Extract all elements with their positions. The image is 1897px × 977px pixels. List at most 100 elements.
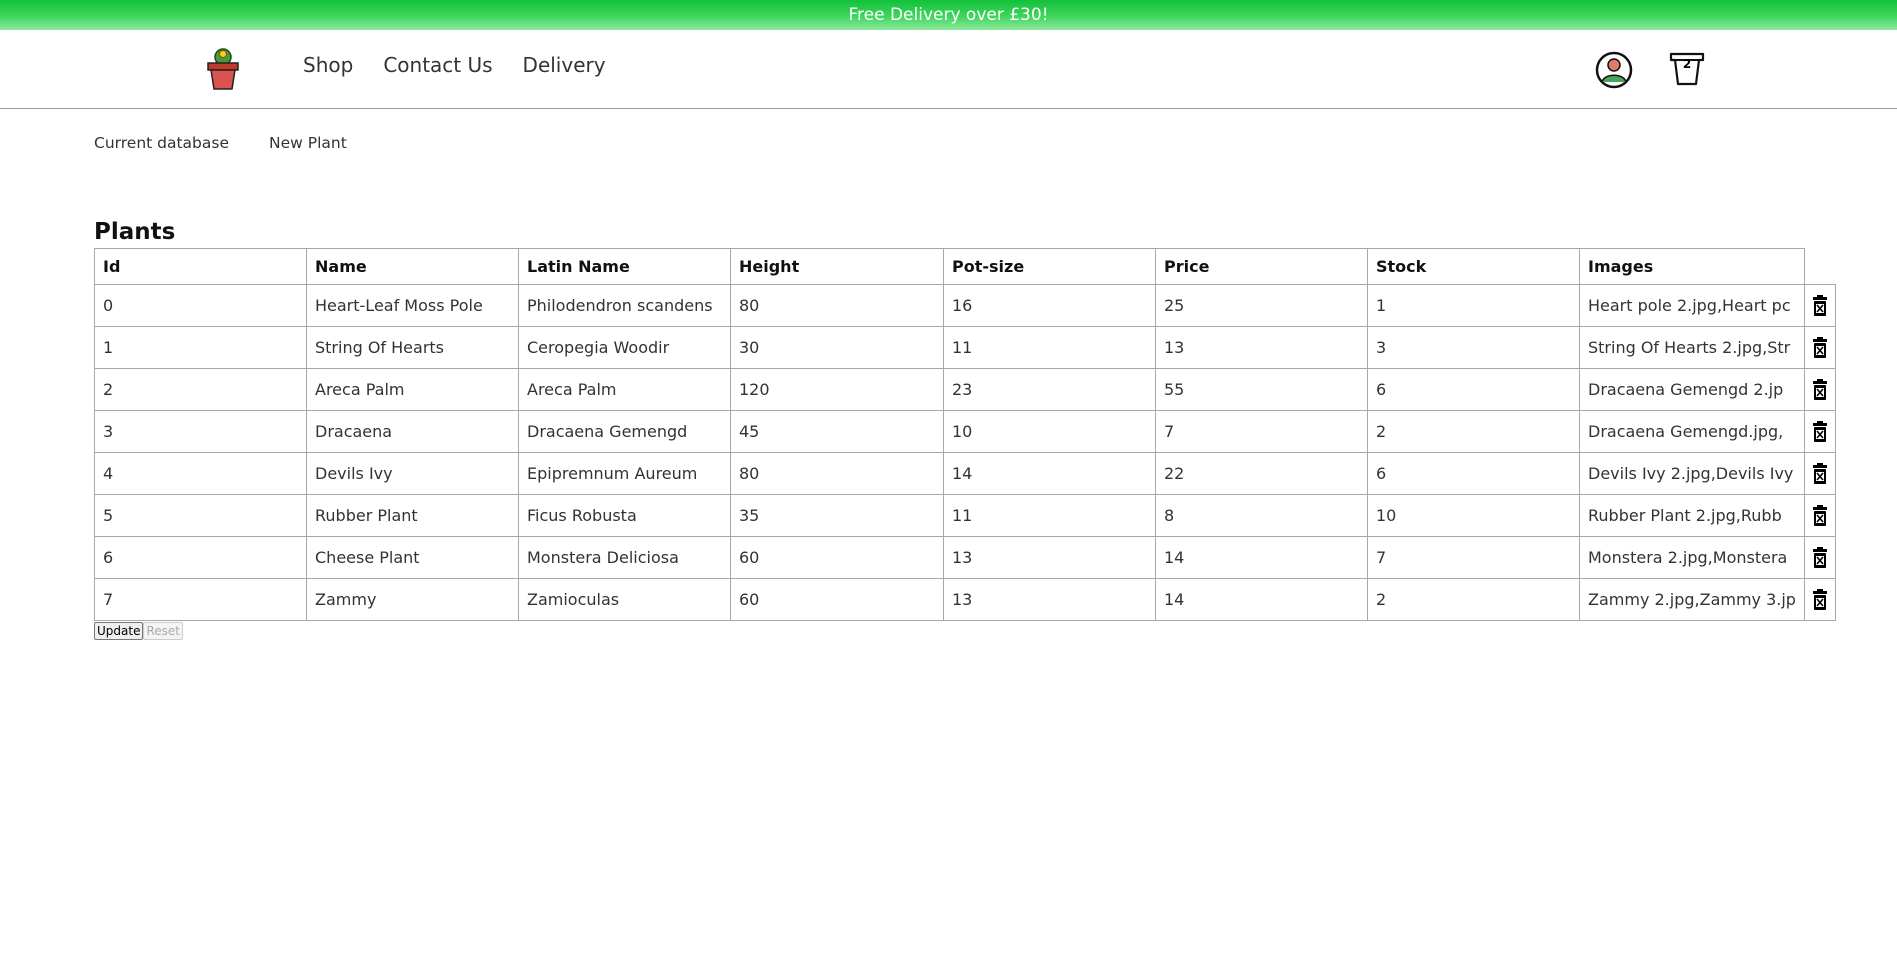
subnav-new-plant[interactable]: New Plant — [269, 134, 347, 152]
cell-pot-size[interactable]: 11 — [943, 494, 1156, 537]
cell-images[interactable]: String Of Hearts 2.jpg,Str — [1579, 326, 1805, 369]
update-button[interactable]: Update — [94, 622, 144, 640]
cell-images[interactable]: Devils Ivy 2.jpg,Devils Ivy — [1579, 452, 1805, 495]
cell-pot-size[interactable]: 13 — [943, 536, 1156, 579]
cell-price[interactable]: 14 — [1155, 578, 1368, 621]
cell-id[interactable]: 5 — [94, 494, 307, 537]
cell-price[interactable]: 8 — [1155, 494, 1368, 537]
cell-height[interactable]: 30 — [730, 326, 944, 369]
cell-price[interactable]: 14 — [1155, 536, 1368, 579]
cell-height[interactable]: 45 — [730, 410, 944, 453]
delete-row-button[interactable] — [1803, 284, 1836, 327]
cell-height[interactable]: 80 — [730, 452, 944, 495]
cell-price[interactable]: 25 — [1155, 284, 1368, 327]
delete-row-button[interactable] — [1803, 452, 1836, 495]
cell-images[interactable]: Monstera 2.jpg,Monstera — [1579, 536, 1805, 579]
cell-name[interactable]: Cheese Plant — [306, 536, 519, 579]
col-header-name: Name — [306, 248, 519, 285]
subnav-current-database[interactable]: Current database — [94, 134, 229, 152]
cell-id[interactable]: 7 — [94, 578, 307, 621]
col-header-actions — [1804, 249, 1835, 285]
cell-id[interactable]: 1 — [94, 326, 307, 369]
cell-id[interactable]: 0 — [94, 284, 307, 327]
cell-height[interactable]: 35 — [730, 494, 944, 537]
cell-pot-size[interactable]: 10 — [943, 410, 1156, 453]
cell-price[interactable]: 13 — [1155, 326, 1368, 369]
cell-price[interactable]: 22 — [1155, 452, 1368, 495]
cell-images[interactable]: Heart pole 2.jpg,Heart pc — [1579, 284, 1805, 327]
cell-latin-name[interactable]: Philodendron scandens — [518, 284, 731, 327]
cell-latin-name[interactable]: Zamioculas — [518, 578, 731, 621]
table-row: 2 Areca Palm Areca Palm 120 23 55 6 Dracaena Ge… — [94, 368, 1836, 411]
cell-price[interactable]: 55 — [1155, 368, 1368, 411]
user-account-icon[interactable] — [1595, 51, 1633, 89]
nav-delivery[interactable]: Delivery — [523, 54, 606, 76]
cell-id[interactable]: 4 — [94, 452, 307, 495]
cell-name[interactable]: String Of Hearts — [306, 326, 519, 369]
cell-stock[interactable]: 2 — [1367, 578, 1580, 621]
cell-name[interactable]: Dracaena — [306, 410, 519, 453]
cell-stock[interactable]: 6 — [1367, 368, 1580, 411]
cart-button[interactable]: 2 — [1668, 51, 1706, 87]
cell-pot-size[interactable]: 11 — [943, 326, 1156, 369]
delete-row-button[interactable] — [1803, 494, 1836, 537]
cell-height[interactable]: 60 — [730, 536, 944, 579]
plants-table: Id Name Latin Name Height Pot-size Price… — [94, 248, 1836, 621]
reset-button[interactable]: Reset — [143, 622, 183, 640]
main-nav: Shop Contact Us Delivery — [303, 54, 606, 76]
cell-id[interactable]: 6 — [94, 536, 307, 579]
cell-images[interactable]: Dracaena Gemengd.jpg, — [1579, 410, 1805, 453]
cell-latin-name[interactable]: Monstera Deliciosa — [518, 536, 731, 579]
cell-name[interactable]: Heart-Leaf Moss Pole — [306, 284, 519, 327]
cell-pot-size[interactable]: 23 — [943, 368, 1156, 411]
cell-pot-size[interactable]: 16 — [943, 284, 1156, 327]
cell-stock[interactable]: 6 — [1367, 452, 1580, 495]
col-header-price: Price — [1155, 248, 1368, 285]
cell-stock[interactable]: 7 — [1367, 536, 1580, 579]
delete-row-button[interactable] — [1803, 536, 1836, 579]
cell-name[interactable]: Zammy — [306, 578, 519, 621]
delete-row-button[interactable] — [1803, 578, 1836, 621]
delete-row-button[interactable] — [1803, 326, 1836, 369]
cell-height[interactable]: 120 — [730, 368, 944, 411]
trash-icon — [1812, 463, 1827, 484]
page-title: Plants — [94, 219, 176, 245]
cell-pot-size[interactable]: 13 — [943, 578, 1156, 621]
col-header-pot-size: Pot-size — [943, 248, 1156, 285]
cell-latin-name[interactable]: Areca Palm — [518, 368, 731, 411]
cell-id[interactable]: 2 — [94, 368, 307, 411]
cell-name[interactable]: Areca Palm — [306, 368, 519, 411]
cell-name[interactable]: Devils Ivy — [306, 452, 519, 495]
table-row: 6 Cheese Plant Monstera Deliciosa 60 13 14 7 Mo… — [94, 536, 1836, 579]
cell-id[interactable]: 3 — [94, 410, 307, 453]
cell-pot-size[interactable]: 14 — [943, 452, 1156, 495]
nav-contact-us[interactable]: Contact Us — [383, 54, 492, 76]
cell-height[interactable]: 80 — [730, 284, 944, 327]
table-row: 7 Zammy Zamioculas 60 13 14 2 Zammy 2.jpg,Zammy… — [94, 578, 1836, 621]
cell-latin-name[interactable]: Ceropegia Woodir — [518, 326, 731, 369]
cell-images[interactable]: Zammy 2.jpg,Zammy 3.jp — [1579, 578, 1805, 621]
delete-row-button[interactable] — [1803, 410, 1836, 453]
promo-text: Free Delivery over £30! — [848, 5, 1049, 25]
cell-stock[interactable]: 2 — [1367, 410, 1580, 453]
cell-stock[interactable]: 1 — [1367, 284, 1580, 327]
delete-row-button[interactable] — [1803, 368, 1836, 411]
cell-price[interactable]: 7 — [1155, 410, 1368, 453]
cell-images[interactable]: Dracaena Gemengd 2.jp — [1579, 368, 1805, 411]
table-row: 0 Heart-Leaf Moss Pole Philodendron scande… — [94, 284, 1836, 327]
col-header-images: Images — [1579, 248, 1805, 285]
cart-count-badge: 2 — [1682, 57, 1692, 71]
logo-cactus-icon[interactable] — [205, 47, 241, 91]
cell-latin-name[interactable]: Dracaena Gemengd — [518, 410, 731, 453]
cell-stock[interactable]: 3 — [1367, 326, 1580, 369]
nav-shop[interactable]: Shop — [303, 54, 353, 76]
cell-latin-name[interactable]: Epipremnum Aureum — [518, 452, 731, 495]
cell-images[interactable]: Rubber Plant 2.jpg,Rubb — [1579, 494, 1805, 537]
table-row: 4 Devils Ivy Epipremnum Aureum 80 14 22 6 Devil… — [94, 452, 1836, 495]
cell-latin-name[interactable]: Ficus Robusta — [518, 494, 731, 537]
cell-stock[interactable]: 10 — [1367, 494, 1580, 537]
cell-height[interactable]: 60 — [730, 578, 944, 621]
cell-name[interactable]: Rubber Plant — [306, 494, 519, 537]
trash-icon — [1812, 589, 1827, 610]
col-header-id: Id — [94, 248, 307, 285]
